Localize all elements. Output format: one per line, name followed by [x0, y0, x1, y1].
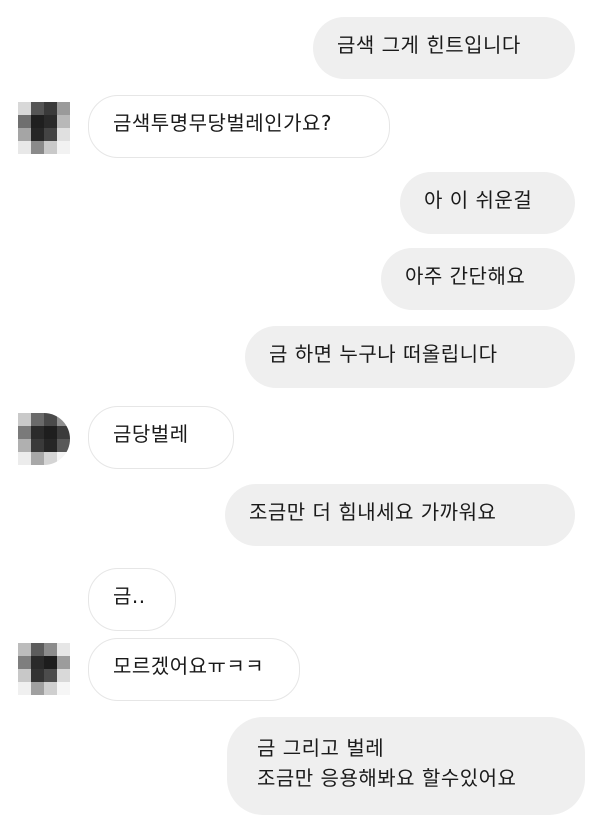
message-bubble-sent[interactable]: 금 그리고 벌레 조금만 응용해봐요 할수있어요	[227, 717, 585, 815]
message-bubble-sent[interactable]: 아 이 쉬운걸	[400, 172, 575, 234]
message-bubble-received[interactable]: 모르겠어요ㅠㅋㅋ	[88, 638, 300, 701]
message-bubble-sent[interactable]: 조금만 더 힘내세요 가까워요	[225, 484, 575, 546]
message-text: 아주 간단해요	[405, 264, 526, 288]
message-text: 조금만 더 힘내세요 가까워요	[249, 500, 497, 524]
message-text-line: 조금만 응용해봐요 할수있어요	[257, 766, 517, 790]
message-text: 금색 그게 힌트입니다	[337, 33, 521, 57]
chat-thread: 금색 그게 힌트입니다 금색투명무당벌레인가요? 아 이 쉬운걸 아주 간단해요…	[0, 0, 599, 825]
message-text: 금당벌레	[113, 422, 189, 446]
pixelated-avatar-icon[interactable]	[18, 643, 70, 695]
message-text: 금 하면 누구나 떠올립니다	[269, 342, 498, 366]
message-text-line: 금 그리고 벌레	[257, 736, 385, 760]
message-text: 금색투명무당벌레인가요?	[113, 111, 333, 135]
message-text: 아 이 쉬운걸	[424, 188, 533, 212]
message-text: 금..	[113, 584, 146, 608]
message-bubble-received[interactable]: 금당벌레	[88, 406, 234, 469]
message-bubble-sent[interactable]: 금색 그게 힌트입니다	[313, 17, 575, 79]
pixelated-avatar-icon[interactable]	[18, 413, 70, 465]
message-text: 모르겠어요ㅠㅋㅋ	[113, 654, 265, 678]
message-bubble-received[interactable]: 금..	[88, 568, 176, 631]
message-bubble-sent[interactable]: 금 하면 누구나 떠올립니다	[245, 326, 575, 388]
pixelated-avatar-icon[interactable]	[18, 102, 70, 154]
message-bubble-sent[interactable]: 아주 간단해요	[381, 248, 575, 310]
message-bubble-received[interactable]: 금색투명무당벌레인가요?	[88, 95, 390, 158]
